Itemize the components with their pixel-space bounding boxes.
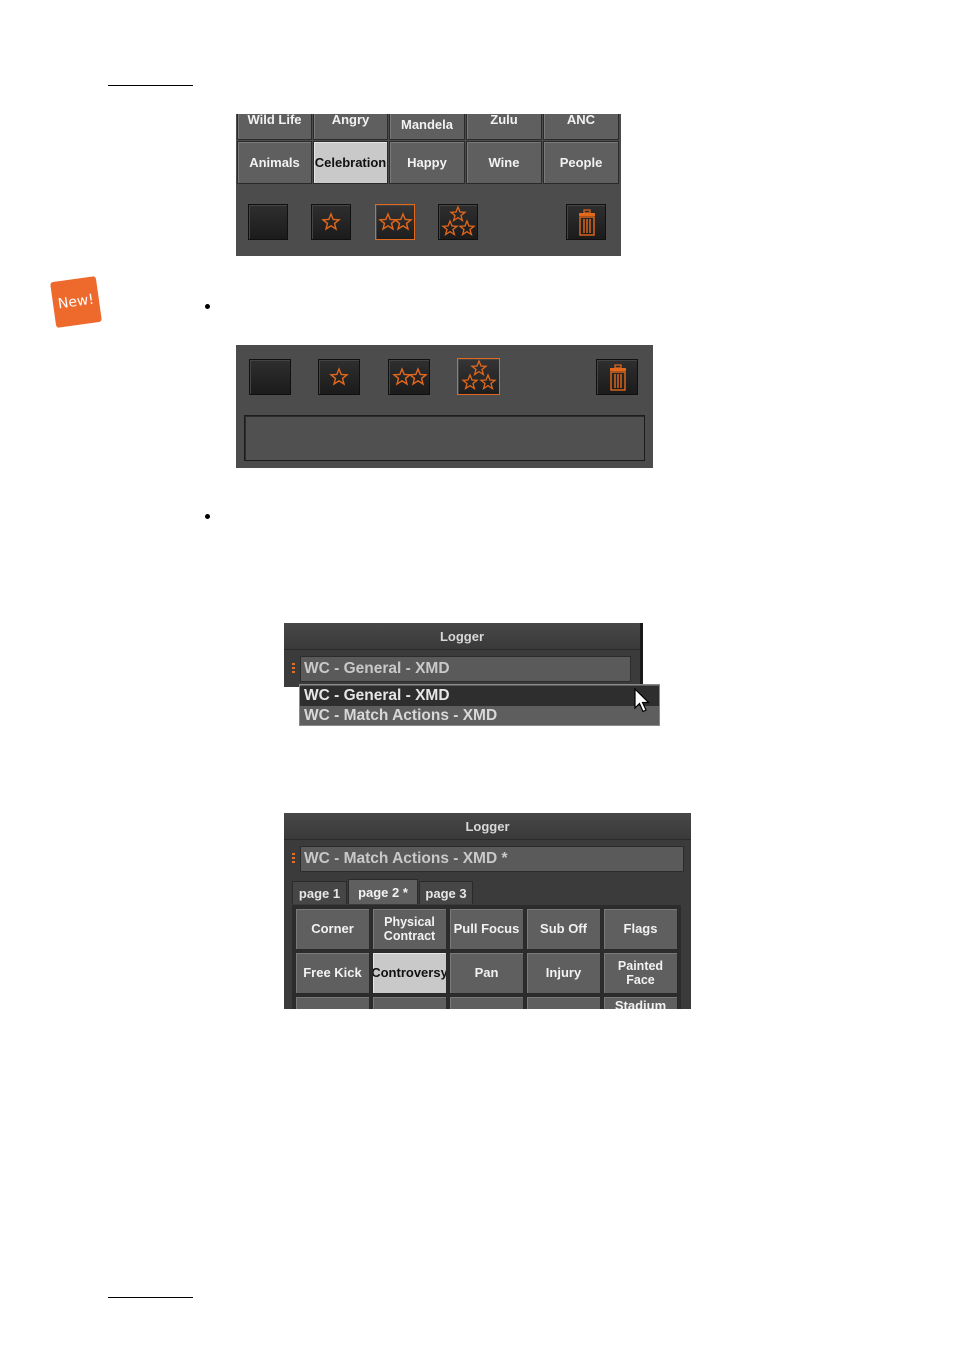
no-star-button[interactable]	[249, 359, 291, 395]
keyword-button-painted-face[interactable]: Painted Face	[603, 952, 678, 994]
tab-page-1[interactable]: page 1	[292, 881, 347, 904]
keyword-button-pan[interactable]: Pan	[449, 952, 524, 994]
keyword-button-controversy[interactable]: Controversy	[372, 952, 447, 994]
one-star-icon	[329, 367, 349, 386]
keyword-button-empty[interactable]	[372, 996, 447, 1009]
dropdown-option[interactable]: WC - General - XMD	[300, 686, 659, 706]
logger-panel-dropdown: Logger WC - General - XMD	[284, 623, 643, 687]
keyword-button-happy[interactable]: Happy	[389, 141, 465, 184]
keyword-button-corner[interactable]: Corner	[295, 908, 370, 950]
delete-button[interactable]	[566, 204, 606, 240]
tab-page-3[interactable]: page 3	[419, 881, 473, 904]
keyword-set-select[interactable]: WC - General - XMD	[300, 656, 631, 682]
keyword-button-pull-focus[interactable]: Pull Focus	[449, 908, 524, 950]
footer-rule	[108, 1297, 193, 1298]
bullet-2	[205, 514, 210, 519]
one-star-button[interactable]	[318, 359, 360, 395]
keyword-button-angry[interactable]: Angry	[313, 114, 388, 140]
mouse-cursor-icon	[634, 688, 650, 713]
keyword-button-free-kick[interactable]: Free Kick	[295, 952, 370, 994]
logger-panel-grid: Logger WC - Match Actions - XMD * page 1…	[284, 813, 691, 1009]
tab-page-2[interactable]: page 2 *	[348, 879, 418, 904]
comment-field[interactable]	[244, 415, 645, 461]
three-star-icon	[441, 205, 476, 237]
keyword-button-celebration[interactable]: Celebration	[313, 141, 388, 184]
keyword-button-zulu[interactable]: Zulu	[466, 114, 542, 140]
keyword-button-empty[interactable]	[295, 996, 370, 1009]
no-star-button[interactable]	[248, 204, 288, 240]
two-star-button[interactable]	[388, 359, 430, 395]
keyword-button-wild-life[interactable]: Wild Life	[237, 114, 312, 140]
keyword-button-sub-off[interactable]: Sub Off	[526, 908, 601, 950]
keyword-button-anc[interactable]: ANC	[543, 114, 619, 140]
rating-toolbar	[236, 186, 621, 256]
keyword-button-animals[interactable]: Animals	[237, 141, 312, 184]
one-star-button[interactable]	[311, 204, 351, 240]
keyword-set-select[interactable]: WC - Match Actions - XMD *	[300, 846, 684, 872]
dropdown-option[interactable]: WC - Match Actions - XMD	[300, 706, 659, 726]
drag-grip-icon[interactable]	[292, 663, 295, 675]
keyword-button-empty[interactable]	[449, 996, 524, 1009]
two-star-icon	[378, 212, 413, 231]
keyword-button-flags[interactable]: Flags	[603, 908, 678, 950]
trash-icon	[579, 209, 595, 236]
two-star-button[interactable]	[375, 204, 415, 240]
keyword-grid-figure: Wild Life Angry Mandela Zulu ANC Animals…	[236, 114, 621, 256]
drag-grip-icon[interactable]	[292, 853, 295, 865]
trash-icon	[610, 364, 626, 391]
keyword-button-mandela[interactable]: Mandela	[389, 114, 465, 140]
logger-title: Logger	[284, 813, 691, 840]
keyword-grid: Corner Physical Contract Pull Focus Sub …	[292, 905, 681, 1009]
rating-comment-figure	[236, 345, 653, 468]
logger-title: Logger	[284, 623, 640, 650]
keyword-button-wine[interactable]: Wine	[466, 141, 542, 184]
delete-button[interactable]	[596, 359, 638, 395]
keyword-button-empty[interactable]	[526, 996, 601, 1009]
three-star-button[interactable]	[438, 204, 478, 240]
new-badge: New!	[50, 276, 102, 328]
keyword-button-stadium[interactable]: Stadium	[603, 996, 678, 1009]
keyword-set-dropdown-list: WC - General - XMD WC - Match Actions - …	[299, 684, 660, 726]
keyword-button-physical-contract[interactable]: Physical Contract	[372, 908, 447, 950]
keyword-button-people[interactable]: People	[543, 141, 619, 184]
one-star-icon	[321, 212, 341, 231]
bullet-1	[205, 304, 210, 309]
header-rule	[108, 85, 193, 86]
two-star-icon	[392, 367, 428, 386]
three-star-button[interactable]	[457, 358, 500, 395]
three-star-icon	[461, 359, 497, 391]
keyword-button-injury[interactable]: Injury	[526, 952, 601, 994]
